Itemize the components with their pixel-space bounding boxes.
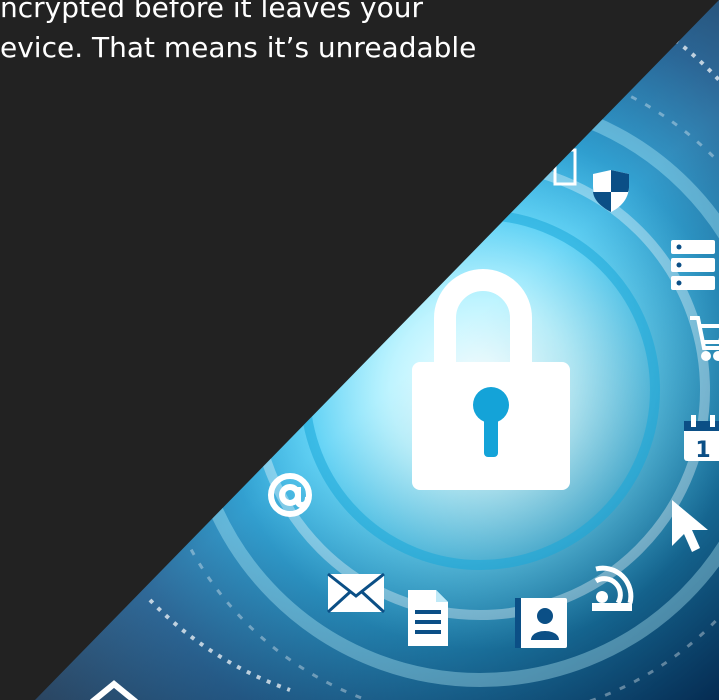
hero-text-line-1: ncrypted before it leaves your xyxy=(0,0,423,24)
hero-text: ncrypted before it leaves your evice. Th… xyxy=(0,0,560,68)
hero-banner: ncrypted before it leaves your evice. Th… xyxy=(0,0,719,700)
hero-text-line-2: evice. That means it’s unreadable xyxy=(0,31,477,64)
